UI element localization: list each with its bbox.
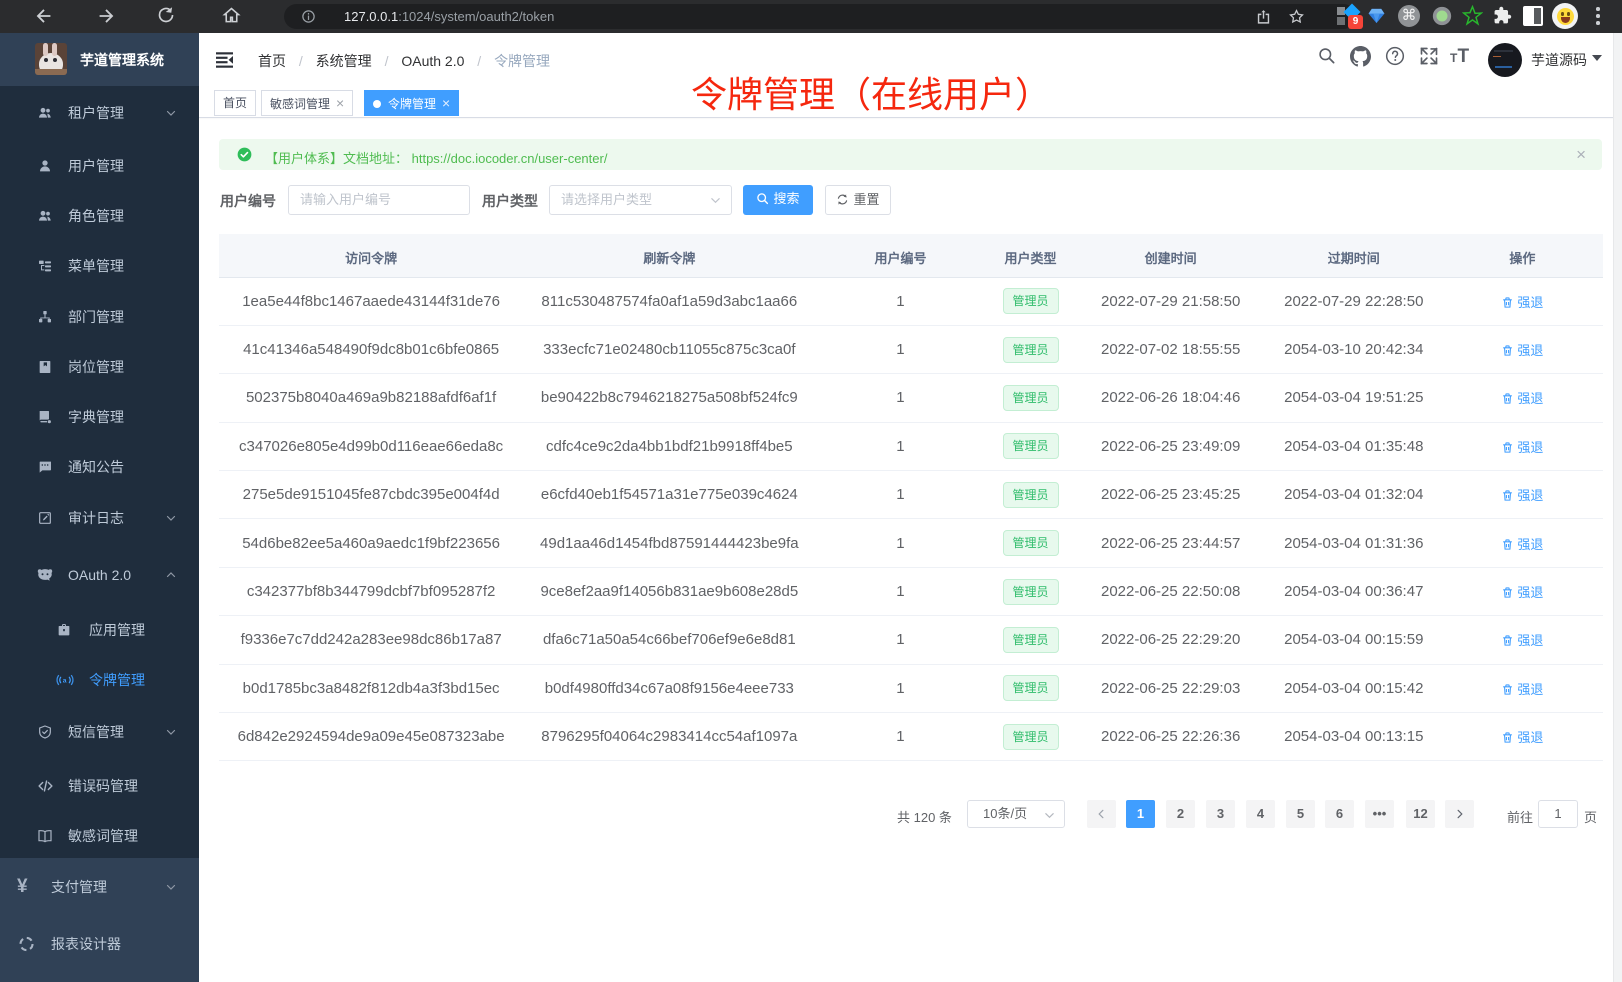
svg-text:T: T (1458, 46, 1470, 67)
svg-text:a: a (63, 678, 67, 685)
